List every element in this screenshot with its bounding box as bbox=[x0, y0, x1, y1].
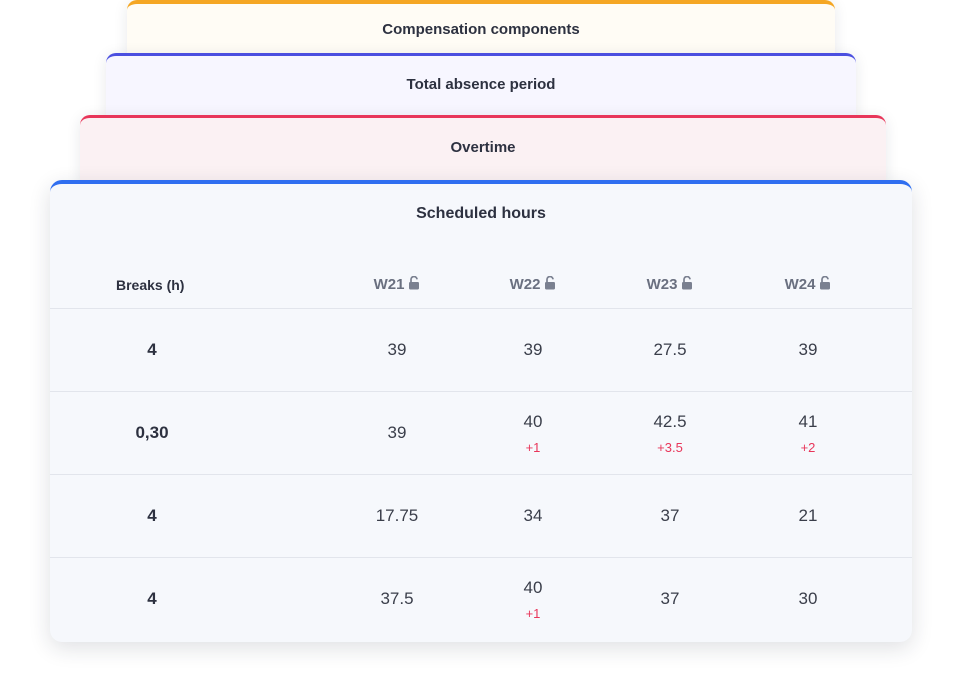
hours-cell[interactable]: 30 bbox=[748, 558, 868, 640]
table-row: 4 37.5 40 +1 37 30 bbox=[50, 557, 912, 640]
week-header-w23[interactable]: W23 bbox=[610, 275, 730, 294]
unlock-icon[interactable] bbox=[544, 275, 556, 294]
hours-cell[interactable]: 37.5 bbox=[337, 558, 457, 640]
hours-value: 17.75 bbox=[375, 506, 419, 525]
hours-cell[interactable]: 37 bbox=[610, 475, 730, 557]
overtime-delta: +3.5 bbox=[657, 439, 683, 455]
hours-value: 21 bbox=[798, 506, 818, 525]
table-row: 4 17.75 34 37 21 bbox=[50, 474, 912, 557]
week-label: W22 bbox=[509, 276, 541, 293]
hours-value: 30 bbox=[798, 589, 818, 608]
week-header-w22[interactable]: W22 bbox=[473, 275, 593, 294]
overtime-delta: +1 bbox=[525, 439, 541, 455]
hours-value: 39 bbox=[798, 340, 818, 359]
hours-cell[interactable]: 21 bbox=[748, 475, 868, 557]
overtime-card[interactable]: Overtime bbox=[80, 115, 886, 187]
breaks-value: 0,30 bbox=[135, 423, 169, 442]
hours-cell[interactable]: 34 bbox=[473, 475, 593, 557]
week-label: W23 bbox=[646, 276, 678, 293]
hours-value: 39 bbox=[523, 340, 543, 359]
hours-value: 37.5 bbox=[380, 589, 414, 608]
hours-value: 34 bbox=[523, 506, 543, 525]
hours-value: 37 bbox=[660, 589, 680, 608]
unlock-icon[interactable] bbox=[819, 275, 831, 294]
hours-value: 41 bbox=[798, 411, 818, 431]
breaks-value: 4 bbox=[147, 506, 157, 525]
hours-cell[interactable]: 17.75 bbox=[337, 475, 457, 557]
hours-value: 39 bbox=[387, 340, 407, 359]
hours-cell[interactable]: 40 +1 bbox=[473, 558, 593, 640]
week-label: W21 bbox=[373, 276, 405, 293]
unlock-icon[interactable] bbox=[408, 275, 420, 294]
hours-cell[interactable]: 41 +2 bbox=[748, 392, 868, 474]
week-header-w24[interactable]: W24 bbox=[748, 275, 868, 294]
scheduled-hours-title: Scheduled hours bbox=[416, 205, 546, 222]
week-label: W24 bbox=[784, 276, 816, 293]
total-absence-period-card[interactable]: Total absence period bbox=[106, 53, 856, 123]
hours-cell[interactable]: 40 +1 bbox=[473, 392, 593, 474]
breaks-value: 4 bbox=[147, 340, 157, 359]
hours-cell[interactable]: 39 bbox=[337, 392, 457, 474]
overtime-delta: +2 bbox=[800, 439, 816, 455]
breaks-value: 4 bbox=[147, 589, 157, 608]
breaks-column-header: Breaks (h) bbox=[116, 277, 185, 293]
hours-value: 42.5 bbox=[653, 411, 687, 431]
scheduled-hours-card: Scheduled hours Breaks (h) W21 W22 W23 W… bbox=[50, 180, 912, 642]
unlock-icon[interactable] bbox=[681, 275, 693, 294]
table-row: 0,30 39 40 +1 42.5 +3.5 41 +2 bbox=[50, 391, 912, 474]
week-header-w21[interactable]: W21 bbox=[337, 275, 457, 294]
hours-value: 39 bbox=[387, 423, 407, 442]
hours-cell[interactable]: 39 bbox=[748, 309, 868, 391]
hours-cell[interactable]: 39 bbox=[473, 309, 593, 391]
compensation-components-card[interactable]: Compensation components bbox=[127, 0, 835, 60]
hours-value: 40 bbox=[523, 411, 543, 431]
hours-value: 27.5 bbox=[653, 340, 687, 359]
hours-value: 37 bbox=[660, 506, 680, 525]
overtime-delta: +1 bbox=[525, 605, 541, 621]
hours-cell[interactable]: 27.5 bbox=[610, 309, 730, 391]
hours-value: 40 bbox=[523, 577, 543, 597]
table-header: Breaks (h) W21 W22 W23 W24 bbox=[50, 268, 912, 308]
hours-cell[interactable]: 42.5 +3.5 bbox=[610, 392, 730, 474]
hours-cell[interactable]: 37 bbox=[610, 558, 730, 640]
hours-cell[interactable]: 39 bbox=[337, 309, 457, 391]
table-row: 4 39 39 27.5 39 bbox=[50, 308, 912, 391]
